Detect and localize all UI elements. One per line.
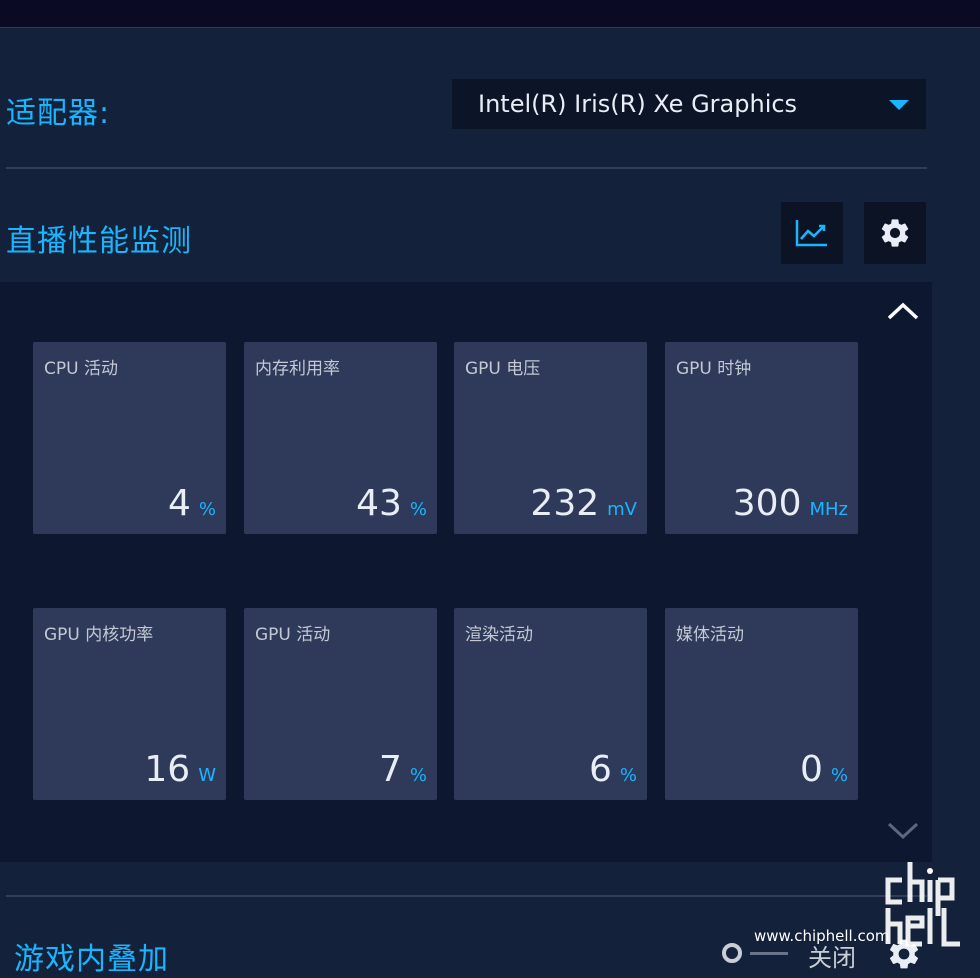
chart-view-button[interactable]	[781, 202, 843, 264]
metric-unit: MHz	[809, 499, 848, 520]
divider	[6, 895, 927, 897]
adapter-dropdown[interactable]: Intel(R) Iris(R) Xe Graphics	[452, 79, 926, 129]
metric-unit: %	[409, 499, 427, 520]
metric-value: 6	[588, 749, 612, 790]
metric-tile-memory-usage: 内存利用率 43%	[244, 342, 437, 534]
scroll-down-button[interactable]	[884, 815, 922, 845]
metric-label: 内存利用率	[255, 359, 340, 379]
metric-unit: %	[198, 499, 216, 520]
chevron-down-icon	[887, 822, 919, 840]
metric-value: 232	[530, 483, 600, 524]
metric-value: 0	[799, 749, 823, 790]
section-title-overlay: 游戏内叠加	[14, 942, 169, 977]
toggle-knob	[722, 943, 742, 963]
metric-value: 4	[167, 483, 191, 524]
metric-tile-gpu-core-power: GPU 内核功率 16 W	[33, 608, 226, 800]
top-bar	[0, 0, 980, 28]
metric-label: 媒体活动	[676, 625, 744, 645]
gear-icon	[881, 219, 909, 247]
collapse-button[interactable]	[884, 296, 922, 326]
metric-tile-gpu-clock: GPU 时钟 300 MHz	[665, 342, 858, 534]
chiphell-logo	[885, 862, 960, 947]
metric-value: 16	[144, 749, 191, 790]
toggle-track	[750, 952, 788, 955]
metric-label: GPU 内核功率	[44, 625, 154, 645]
metric-label: CPU 活动	[44, 359, 118, 379]
metric-value: 7	[378, 749, 402, 790]
monitoring-settings-button[interactable]	[864, 202, 926, 264]
adapter-selected-value: Intel(R) Iris(R) Xe Graphics	[478, 90, 798, 118]
metric-label: GPU 时钟	[676, 359, 752, 379]
monitoring-panel: CPU 活动 4% 内存利用率 43% GPU 电压 232 mV GPU 时钟 …	[0, 282, 932, 862]
metric-unit: %	[830, 765, 848, 786]
metric-tile-media-activity: 媒体活动 0%	[665, 608, 858, 800]
watermark-url: www.chiphell.com	[754, 927, 890, 945]
adapter-label: 适配器:	[6, 96, 111, 131]
metric-tile-render-activity: 渲染活动 6%	[454, 608, 647, 800]
dropdown-caret-icon	[889, 100, 909, 110]
line-chart-icon	[795, 220, 827, 247]
metric-tile-cpu-activity: CPU 活动 4%	[33, 342, 226, 534]
metric-value: 43	[356, 483, 402, 524]
section-title-monitoring: 直播性能监测	[6, 224, 192, 259]
metric-unit: %	[409, 765, 427, 786]
divider	[6, 167, 927, 169]
metric-label: GPU 活动	[255, 625, 331, 645]
chevron-up-icon	[887, 302, 919, 320]
metric-label: GPU 电压	[465, 359, 541, 379]
metric-unit: mV	[607, 499, 637, 520]
metric-unit: %	[619, 765, 637, 786]
metric-tile-gpu-voltage: GPU 电压 232 mV	[454, 342, 647, 534]
metric-label: 渲染活动	[465, 625, 533, 645]
metric-value: 300	[732, 483, 802, 524]
metric-tile-gpu-activity: GPU 活动 7%	[244, 608, 437, 800]
metric-unit: W	[198, 765, 216, 786]
